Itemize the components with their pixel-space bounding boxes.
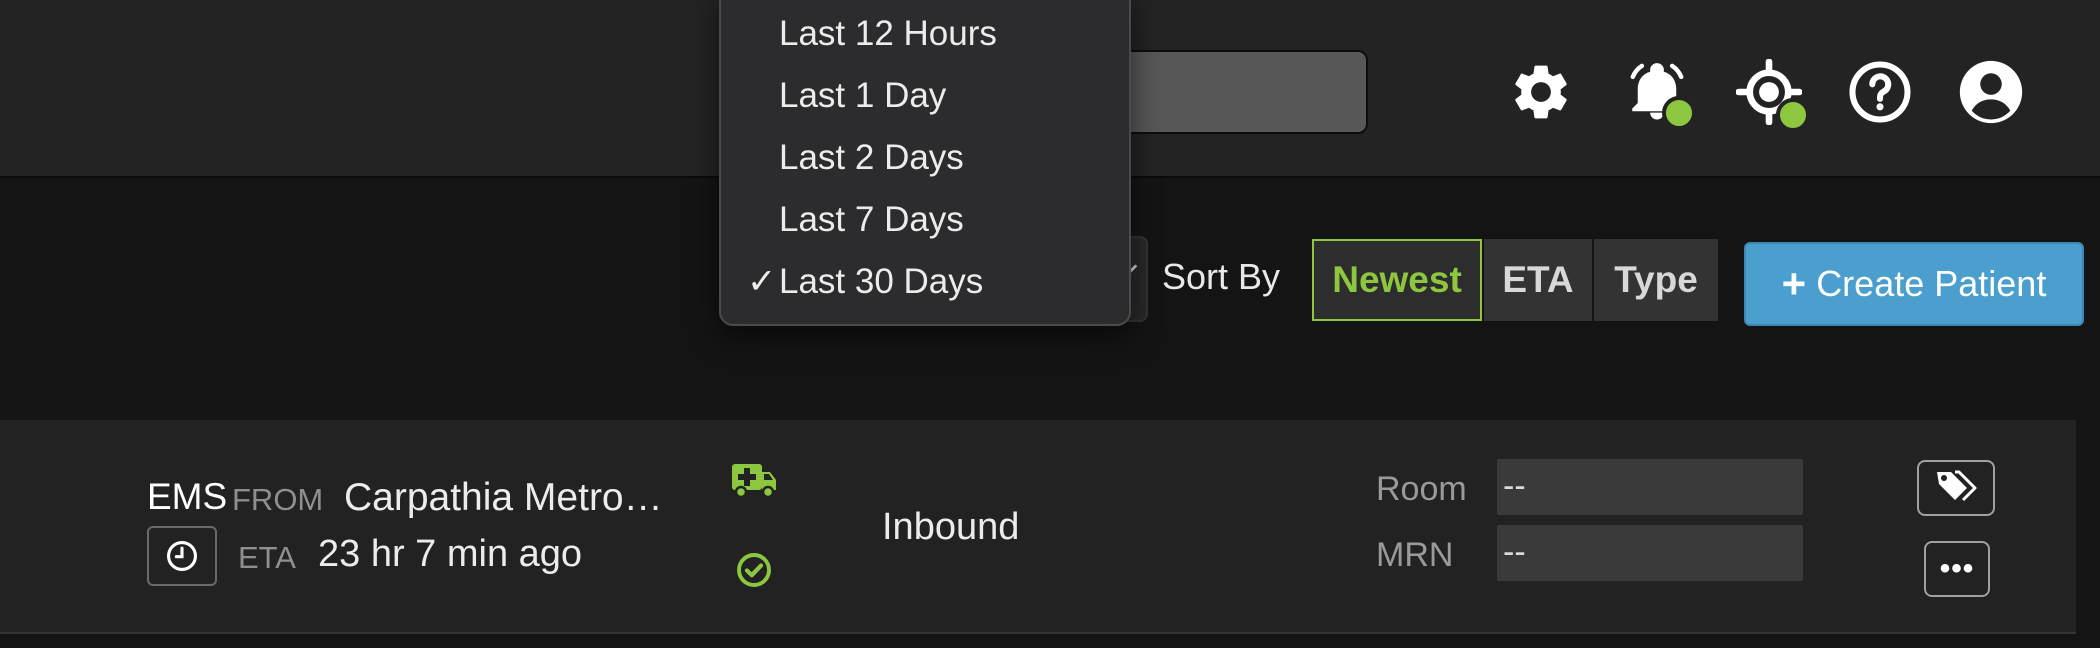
origin-facility: Carpathia Metro… bbox=[344, 476, 663, 519]
menu-item-last-30-days[interactable]: Last 30 Days bbox=[779, 262, 983, 302]
menu-item-last-1-day[interactable]: Last 1 Day bbox=[779, 76, 946, 116]
bell-icon[interactable] bbox=[1622, 54, 1696, 130]
help-circle-icon[interactable] bbox=[1845, 54, 1915, 130]
time-filter-menu: Last 12 Hours Last 1 Day Last 2 Days Las… bbox=[719, 0, 1131, 326]
location-status-dot bbox=[1776, 98, 1810, 132]
scroll-gutter bbox=[2076, 420, 2100, 648]
patient-status: Inbound bbox=[882, 506, 1020, 548]
sort-eta-button[interactable]: ETA bbox=[1484, 239, 1592, 321]
create-patient-button[interactable]: + Create Patient bbox=[1744, 242, 2084, 326]
sort-type-button[interactable]: Type bbox=[1594, 239, 1718, 321]
tags-button[interactable] bbox=[1917, 460, 1995, 516]
menu-item-last-12-hours[interactable]: Last 12 Hours bbox=[779, 14, 997, 54]
alert-status-dot bbox=[1662, 96, 1696, 130]
clock-icon bbox=[147, 526, 217, 586]
checkmark-icon: ✓ bbox=[747, 262, 777, 301]
sort-by-label: Sort By bbox=[1162, 256, 1281, 297]
room-field[interactable]: -- bbox=[1497, 459, 1803, 515]
crosshair-location-icon[interactable] bbox=[1734, 54, 1810, 132]
menu-item-last-7-days[interactable]: Last 7 Days bbox=[779, 200, 964, 240]
arrival-mode: EMS bbox=[147, 476, 228, 517]
room-label: Room bbox=[1376, 470, 1467, 508]
sort-newest-button[interactable]: Newest bbox=[1312, 239, 1482, 321]
ambulance-icon bbox=[732, 462, 778, 505]
user-account-icon[interactable] bbox=[1956, 54, 2026, 130]
plus-icon: + bbox=[1781, 260, 1807, 307]
mrn-field[interactable]: -- bbox=[1497, 525, 1803, 581]
more-horizontal-icon: ••• bbox=[1939, 552, 1975, 585]
mrn-label: MRN bbox=[1376, 536, 1454, 574]
from-label: FROM bbox=[232, 482, 324, 517]
more-options-button[interactable]: ••• bbox=[1924, 541, 1990, 597]
create-patient-label: Create Patient bbox=[1816, 263, 2047, 304]
tags-icon bbox=[1933, 468, 1979, 509]
menu-item-last-2-days[interactable]: Last 2 Days bbox=[779, 138, 964, 178]
eta-label: ETA bbox=[238, 540, 296, 575]
eta-value: 23 hr 7 min ago bbox=[318, 533, 583, 575]
check-circle-icon bbox=[736, 552, 772, 593]
gear-icon[interactable] bbox=[1506, 54, 1576, 130]
